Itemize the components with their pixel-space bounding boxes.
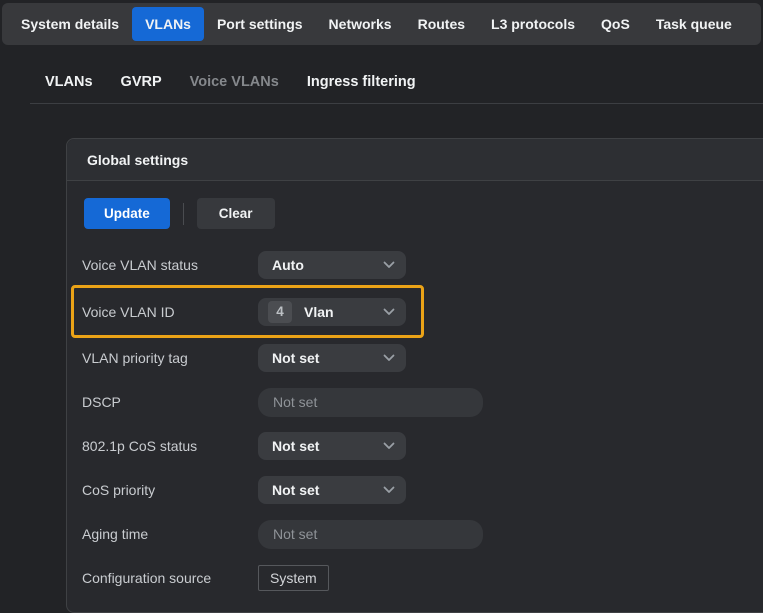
chevron-down-icon xyxy=(383,308,395,316)
top-nav: System details VLANs Port settings Netwo… xyxy=(2,3,761,45)
row-vlan-priority-tag: VLAN priority tag Not set xyxy=(67,336,763,380)
top-nav-tab-task-queue[interactable]: Task queue xyxy=(643,7,745,41)
configuration-source-badge: System xyxy=(258,565,329,591)
sub-nav-tab-voice-vlans[interactable]: Voice VLANs xyxy=(190,74,279,90)
voice-vlan-id-label: Voice VLAN ID xyxy=(82,304,258,320)
voice-vlan-status-dropdown[interactable]: Auto xyxy=(258,251,406,279)
cos-status-label: 802.1p CoS status xyxy=(82,438,258,454)
sub-nav-tab-vlans[interactable]: VLANs xyxy=(45,74,93,90)
panel-actions: Update Clear xyxy=(67,181,763,235)
row-dscp: DSCP xyxy=(67,380,763,424)
chevron-down-icon xyxy=(383,261,395,269)
top-nav-tab-system-details[interactable]: System details xyxy=(8,7,132,41)
dscp-input[interactable] xyxy=(258,388,483,417)
row-voice-vlan-status: Voice VLAN status Auto xyxy=(67,243,763,287)
cos-priority-dropdown[interactable]: Not set xyxy=(258,476,406,504)
aging-time-input[interactable] xyxy=(258,520,483,549)
chevron-down-icon xyxy=(383,442,395,450)
vlan-id-badge: 4 xyxy=(268,301,292,323)
chevron-down-icon xyxy=(383,354,395,362)
row-configuration-source: Configuration source System xyxy=(67,556,763,600)
top-nav-tab-vlans[interactable]: VLANs xyxy=(132,7,204,41)
voice-vlan-status-label: Voice VLAN status xyxy=(82,257,258,273)
vlan-priority-tag-label: VLAN priority tag xyxy=(82,350,258,366)
chevron-down-icon xyxy=(383,486,395,494)
top-nav-tab-qos[interactable]: QoS xyxy=(588,7,643,41)
vlan-priority-tag-dropdown[interactable]: Not set xyxy=(258,344,406,372)
sub-nav-tab-ingress-filtering[interactable]: Ingress filtering xyxy=(307,74,416,90)
panel-title: Global settings xyxy=(87,152,188,168)
settings-form: Voice VLAN status Auto Voice VLAN ID 4 V… xyxy=(67,235,763,612)
row-cos-priority: CoS priority Not set xyxy=(67,468,763,512)
subnav-divider xyxy=(30,103,763,104)
cos-priority-value: Not set xyxy=(272,482,319,498)
update-button[interactable]: Update xyxy=(84,198,170,229)
top-nav-tab-l3-protocols[interactable]: L3 protocols xyxy=(478,7,588,41)
row-voice-vlan-id-highlighted: Voice VLAN ID 4 Vlan xyxy=(71,285,424,338)
top-nav-tab-port-settings[interactable]: Port settings xyxy=(204,7,316,41)
row-cos-status: 802.1p CoS status Not set xyxy=(67,424,763,468)
vlan-priority-tag-value: Not set xyxy=(272,350,319,366)
sub-nav-tab-gvrp[interactable]: GVRP xyxy=(121,74,162,90)
row-aging-time: Aging time xyxy=(67,512,763,556)
cos-status-dropdown[interactable]: Not set xyxy=(258,432,406,460)
configuration-source-label: Configuration source xyxy=(82,570,258,586)
cos-priority-label: CoS priority xyxy=(82,482,258,498)
cos-status-value: Not set xyxy=(272,438,319,454)
aging-time-label: Aging time xyxy=(82,526,258,542)
button-separator xyxy=(183,203,184,225)
panel-header: Global settings xyxy=(67,139,763,181)
voice-vlan-id-value: Vlan xyxy=(304,304,334,320)
sub-nav: VLANs GVRP Voice VLANs Ingress filtering xyxy=(0,45,763,90)
top-nav-tab-networks[interactable]: Networks xyxy=(316,7,405,41)
voice-vlan-id-dropdown[interactable]: 4 Vlan xyxy=(258,298,406,326)
global-settings-panel: Global settings Update Clear Voice VLAN … xyxy=(66,138,763,613)
dscp-label: DSCP xyxy=(82,394,258,410)
top-nav-tab-routes[interactable]: Routes xyxy=(405,7,478,41)
voice-vlan-status-value: Auto xyxy=(272,257,304,273)
clear-button[interactable]: Clear xyxy=(197,198,275,229)
